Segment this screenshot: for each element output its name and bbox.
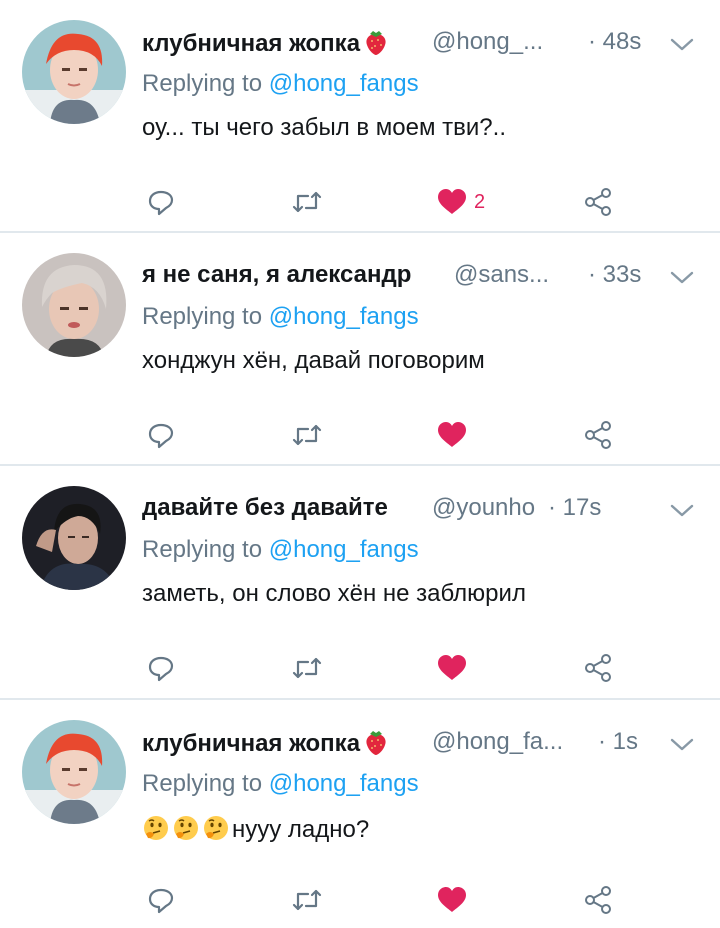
tweet-text: нууу ладно?	[142, 814, 700, 848]
thinking-face-icon	[174, 816, 198, 840]
chevron-down-icon[interactable]	[668, 32, 696, 56]
avatar[interactable]	[22, 253, 126, 357]
heart-icon	[438, 655, 466, 680]
retweet-icon	[292, 889, 322, 911]
display-name[interactable]: я не саня, я александр	[142, 261, 411, 289]
handle[interactable]: @hong_fa...	[432, 728, 563, 756]
share-button[interactable]	[582, 182, 614, 222]
tweet[interactable]: клубничная жопка @hong_fa... · 1s Replyi…	[0, 700, 720, 928]
reply-feed: клубничная жопка @hong_... · 48s Replyin…	[0, 0, 720, 928]
mention-link[interactable]: @hong_fangs	[269, 303, 419, 330]
tweet-actions	[142, 415, 720, 455]
share-icon	[585, 886, 611, 914]
handle[interactable]: @younho	[432, 494, 535, 522]
share-button[interactable]	[582, 880, 614, 920]
strawberry-icon	[366, 731, 386, 755]
retweet-icon	[292, 191, 322, 213]
handle[interactable]: @sans...	[454, 261, 549, 289]
heart-icon	[438, 887, 466, 912]
chevron-down-icon[interactable]	[668, 732, 696, 756]
display-name[interactable]: клубничная жопка	[142, 728, 390, 758]
reply-icon	[148, 888, 174, 914]
handle[interactable]: @hong_...	[432, 28, 543, 56]
replying-to: Replying to @hong_fangs	[142, 536, 419, 563]
timestamp[interactable]: · 17s	[548, 494, 601, 522]
heart-icon	[438, 422, 466, 447]
replying-to: Replying to @hong_fangs	[142, 303, 419, 330]
tweet[interactable]: я не саня, я александр @sans... · 33s Re…	[0, 233, 720, 466]
replying-to: Replying to @hong_fangs	[142, 770, 419, 797]
mention-link[interactable]: @hong_fangs	[269, 70, 419, 97]
reply-button[interactable]	[146, 880, 176, 920]
share-icon	[585, 421, 611, 449]
display-name[interactable]: клубничная жопка	[142, 28, 390, 58]
avatar[interactable]	[22, 720, 126, 824]
tweet-actions: 2	[142, 182, 720, 222]
like-button[interactable]	[436, 880, 474, 920]
tweet-actions	[142, 648, 720, 688]
share-icon	[585, 654, 611, 682]
chevron-down-icon[interactable]	[668, 265, 696, 289]
share-button[interactable]	[582, 415, 614, 455]
timestamp[interactable]: · 33s	[588, 261, 641, 289]
replying-to: Replying to @hong_fangs	[142, 70, 419, 97]
like-count: 2	[474, 190, 486, 213]
like-button[interactable]	[436, 648, 474, 688]
tweet-actions	[142, 880, 720, 920]
thinking-face-icon	[204, 816, 228, 840]
avatar[interactable]	[22, 486, 126, 590]
like-button[interactable]	[436, 415, 474, 455]
retweet-button[interactable]	[290, 648, 324, 688]
share-button[interactable]	[582, 648, 614, 688]
reply-icon	[148, 190, 174, 216]
retweet-icon	[292, 657, 322, 679]
reply-button[interactable]	[146, 182, 176, 222]
heart-icon	[438, 189, 466, 214]
mention-link[interactable]: @hong_fangs	[269, 770, 419, 797]
retweet-button[interactable]	[290, 415, 324, 455]
tweet[interactable]: клубничная жопка @hong_... · 48s Replyin…	[0, 0, 720, 233]
reply-icon	[148, 656, 174, 682]
avatar[interactable]	[22, 20, 126, 124]
reply-icon	[148, 423, 174, 449]
thinking-face-icon	[144, 816, 168, 840]
retweet-button[interactable]	[290, 880, 324, 920]
tweet-text: хонджун хён, давай поговорим	[142, 347, 485, 374]
share-icon	[585, 188, 611, 216]
strawberry-icon	[366, 31, 386, 55]
mention-link[interactable]: @hong_fangs	[269, 536, 419, 563]
reply-button[interactable]	[146, 648, 176, 688]
display-name[interactable]: давайте без давайте	[142, 494, 388, 522]
tweet-text: оу... ты чего забыл в моем тви?..	[142, 114, 506, 141]
chevron-down-icon[interactable]	[668, 498, 696, 522]
tweet-text: заметь, он слово хён не заблюрил	[142, 580, 526, 607]
timestamp[interactable]: · 1s	[598, 728, 638, 756]
like-button[interactable]: 2	[436, 182, 485, 222]
retweet-icon	[292, 424, 322, 446]
reply-button[interactable]	[146, 415, 176, 455]
tweet[interactable]: давайте без давайте @younho · 17s Replyi…	[0, 466, 720, 700]
retweet-button[interactable]	[290, 182, 324, 222]
timestamp[interactable]: · 48s	[588, 28, 641, 56]
